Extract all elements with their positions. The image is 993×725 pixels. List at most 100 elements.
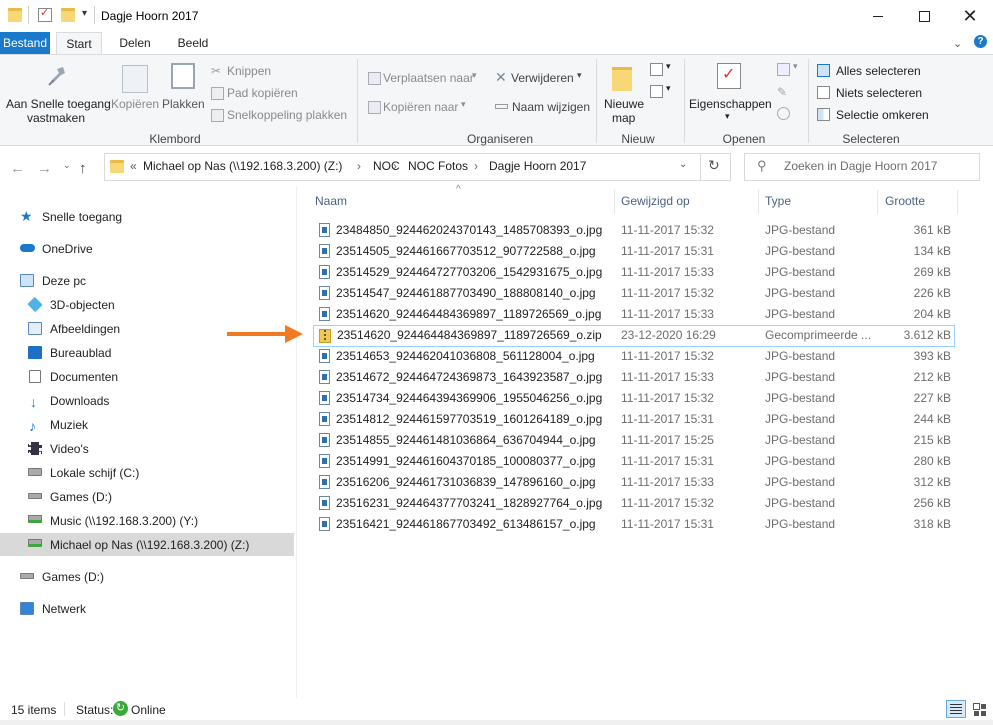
details-view-button[interactable] <box>946 700 966 718</box>
refresh-icon[interactable]: ↻ <box>708 157 720 174</box>
group-clipboard-label: Klembord <box>149 132 201 146</box>
divider <box>700 153 701 181</box>
new-folder-quick-icon[interactable] <box>61 8 75 22</box>
chevron-down-icon[interactable]: ▾ <box>666 83 671 94</box>
column-divider[interactable] <box>614 190 615 214</box>
copy-path-button[interactable]: Pad kopiëren <box>209 85 329 101</box>
pin-label-line2: vastmaken <box>27 111 86 125</box>
file-row[interactable]: 23514991_924461604370185_100080377_o.jpg… <box>313 451 955 472</box>
breadcrumb-noc-fotos[interactable]: NOC Fotos <box>408 159 468 173</box>
network-icon <box>20 602 34 615</box>
customize-quick-access-icon[interactable]: ▾ <box>82 8 87 19</box>
breadcrumb-current[interactable]: Dagje Hoorn 2017 <box>489 159 586 173</box>
file-row-selected[interactable]: 23514620_924464484369897_1189726569_o.zi… <box>313 325 955 347</box>
column-header-modified[interactable]: Gewijzigd op <box>621 194 690 208</box>
divider <box>596 59 597 143</box>
recent-locations-icon[interactable]: ⌄ <box>63 160 71 171</box>
column-divider[interactable] <box>758 190 759 214</box>
zip-file-icon <box>319 329 331 343</box>
breadcrumb-overflow[interactable]: « <box>130 159 137 173</box>
large-icons-view-button[interactable] <box>970 700 988 718</box>
delete-button[interactable]: ✕ Verwijderen ▾ <box>494 69 589 86</box>
column-header-name[interactable]: Naam <box>315 194 347 208</box>
forward-arrow-icon[interactable]: → <box>37 160 52 177</box>
open-icon[interactable] <box>777 63 790 76</box>
file-row[interactable]: 23514505_924461667703512_907722588_o.jpg… <box>313 241 955 262</box>
file-name: 23514734_924464394369906_1955046256_o.jp… <box>336 391 603 405</box>
group-new-label: Nieuw <box>621 132 655 146</box>
minimize-button[interactable] <box>855 0 901 32</box>
sidebar-item-label: Netwerk <box>42 602 87 616</box>
select-none-button[interactable]: Niets selecteren <box>816 85 926 101</box>
tab-start[interactable]: Start <box>56 32 102 54</box>
new-item-icon[interactable] <box>650 63 663 76</box>
pictures-icon <box>28 322 42 335</box>
properties-quick-icon[interactable]: ✓ <box>38 7 52 22</box>
pin-label-line1: Aan Snelle toegang <box>6 97 111 111</box>
copy-to-button[interactable]: Kopiëren naar ▾ <box>366 99 471 115</box>
file-row[interactable]: 23514734_924464394369906_1955046256_o.jp… <box>313 388 955 409</box>
rename-button[interactable]: Naam wijzigen <box>494 99 594 115</box>
new-folder-label-line1: Nieuwe <box>604 97 645 111</box>
file-row[interactable]: 23484850_924462024370143_1485708393_o.jp… <box>313 220 955 241</box>
sort-ascending-icon: ^ <box>456 184 461 195</box>
file-row[interactable]: 23516206_924461731036839_147896160_o.jpg… <box>313 472 955 493</box>
copy-button[interactable]: Kopiëren <box>110 61 159 121</box>
file-row[interactable]: 23516421_924461867703492_613486157_o.jpg… <box>313 514 955 535</box>
file-size: 226 kB <box>913 286 951 300</box>
computer-icon <box>20 274 34 287</box>
invert-selection-button[interactable]: Selectie omkeren <box>816 107 931 123</box>
file-size: 204 kB <box>913 307 951 321</box>
tab-share[interactable]: Delen <box>110 32 160 54</box>
close-button[interactable]: ✕ <box>947 0 993 32</box>
pane-divider[interactable] <box>296 186 297 698</box>
column-divider[interactable] <box>957 190 958 214</box>
history-icon[interactable] <box>777 107 790 120</box>
file-row[interactable]: 23514855_924461481036864_636704944_o.jpg… <box>313 430 955 451</box>
jpg-file-icon <box>319 454 330 468</box>
file-date: 11-11-2017 15:25 <box>621 433 714 447</box>
address-dropdown-icon[interactable]: ⌄ <box>679 159 687 170</box>
file-row[interactable]: 23514547_924461887703490_188808140_o.jpg… <box>313 283 955 304</box>
file-row[interactable]: 23514529_924464727703206_1542931675_o.jp… <box>313 262 955 283</box>
file-name: 23514672_924464724369873_1643923587_o.jp… <box>336 370 603 384</box>
paste-shortcut-button[interactable]: Snelkoppeling plakken <box>209 107 354 123</box>
file-row[interactable]: 23514672_924464724369873_1643923587_o.jp… <box>313 367 955 388</box>
move-to-button[interactable]: Verplaatsen naar ▾ <box>366 70 481 86</box>
breadcrumb-separator[interactable]: › <box>357 159 361 173</box>
chevron-down-icon[interactable]: ▾ <box>793 61 798 72</box>
sidebar-item-label: Documenten <box>50 370 119 384</box>
file-row[interactable]: 23514653_924462041036808_561128004_o.jpg… <box>313 346 955 367</box>
breadcrumb-drive[interactable]: Michael op Nas (\\192.168.3.200) (Z:) <box>143 159 342 173</box>
column-header-size[interactable]: Grootte <box>885 194 925 208</box>
file-date: 11-11-2017 15:33 <box>621 475 714 489</box>
paste-button[interactable]: Plakken <box>160 61 206 121</box>
edit-icon[interactable]: ✎ <box>777 85 790 99</box>
column-header-type[interactable]: Type <box>765 194 791 208</box>
breadcrumb-separator[interactable]: › <box>393 159 397 173</box>
maximize-button[interactable] <box>901 0 947 32</box>
jpg-file-icon <box>319 265 330 279</box>
breadcrumb-separator[interactable]: › <box>474 159 478 173</box>
tab-view[interactable]: Beeld <box>170 32 216 54</box>
new-folder-button[interactable]: Nieuwe map <box>600 61 646 127</box>
collapse-ribbon-icon[interactable]: ⌄ <box>953 37 962 50</box>
up-arrow-icon[interactable]: ↑ <box>79 160 87 177</box>
help-icon[interactable]: ? <box>974 35 987 48</box>
properties-label: Eigenschappen <box>689 97 772 111</box>
chevron-down-icon[interactable]: ▾ <box>666 61 671 72</box>
pin-quick-access-button[interactable]: Aan Snelle toegang vastmaken <box>3 61 111 127</box>
easy-access-icon[interactable] <box>650 85 663 98</box>
select-all-button[interactable]: Alles selecteren <box>816 63 926 79</box>
tab-file[interactable]: Bestand <box>0 32 50 54</box>
cut-button[interactable]: ✂ Knippen <box>209 63 329 79</box>
file-row[interactable]: 23516231_924464377703241_1828927764_o.jp… <box>313 493 955 514</box>
properties-button[interactable]: ✓ Eigenschappen ▾ <box>688 61 772 127</box>
copy-to-icon <box>368 101 381 114</box>
ribbon-tabs: Bestand Start Delen Beeld ⌄ ? <box>0 32 993 54</box>
column-divider[interactable] <box>877 190 878 214</box>
file-row[interactable]: 23514812_924461597703519_1601264189_o.jp… <box>313 409 955 430</box>
back-arrow-icon[interactable]: ← <box>10 160 25 177</box>
divider <box>28 6 29 24</box>
file-row[interactable]: 23514620_924464484369897_1189726569_o.jp… <box>313 304 955 325</box>
